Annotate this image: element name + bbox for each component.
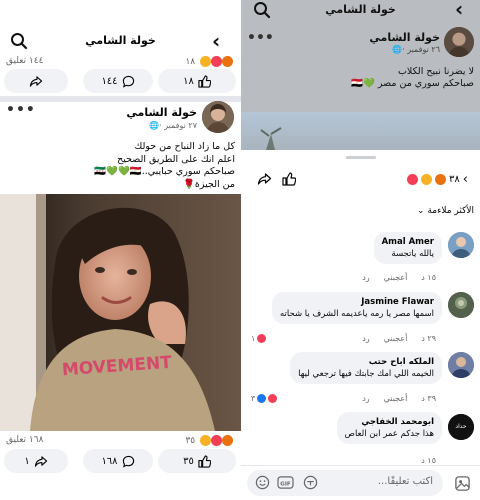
globe-icon: ·🌐: [149, 121, 162, 130]
sheet-reactions[interactable]: › ٣٨: [407, 172, 468, 187]
comment-input[interactable]: اكتب تعليقًا... GIF: [247, 470, 443, 496]
sheet-actions: [257, 172, 296, 186]
post-header: خولة الشامي ٢٧ نوفمبر ·🌐 •••: [0, 98, 241, 138]
photo-attach-icon[interactable]: [454, 475, 471, 492]
gif-icon[interactable]: GIF: [277, 475, 294, 490]
comment-meta: ٢٩ د أعجبني رد: [362, 334, 436, 343]
chevron-down-icon: ⌄: [417, 206, 425, 216]
comment-like-button[interactable]: أعجبني: [384, 394, 408, 403]
background-post-text: لا يضرنا نبيح الكلاب صباحكم سوري من مصر …: [351, 66, 474, 89]
author-avatar[interactable]: [444, 27, 474, 57]
search-icon[interactable]: [10, 32, 28, 50]
post-comments-count[interactable]: ١٦٨ تعليق: [6, 435, 43, 445]
author-name: خولة الشامي: [369, 31, 440, 44]
comment-reaction-count[interactable]: ١: [251, 334, 267, 343]
avatar-badge-text: حداد: [455, 423, 466, 430]
comment-reply-button[interactable]: رد: [362, 334, 369, 343]
comment-button[interactable]: ١٤٤: [83, 69, 153, 93]
love-react-icon: [268, 394, 278, 403]
comment-bubble-icon: [122, 455, 134, 468]
post-text: كل ما زاد النباح من حولك اعلم انك على ال…: [94, 141, 235, 190]
comment-bubble[interactable]: ابومحمد الخفاجي هذا جدكم عمر ابن العاص: [336, 412, 442, 444]
share-button[interactable]: [4, 69, 68, 93]
comment-like-button[interactable]: أعجبني: [384, 334, 408, 343]
post-reactions[interactable]: ٣٥: [185, 435, 233, 446]
comment-reaction-count[interactable]: ٣: [251, 394, 278, 403]
share-arrow-icon[interactable]: [257, 172, 272, 186]
post-actions: ٣٥ ١٦٨ ١: [0, 449, 241, 473]
share-arrow-icon: [34, 455, 47, 467]
background-post: ‹ خولة الشامي ••• خولة الشامي ٢٦ نوفمبر …: [241, 0, 480, 150]
more-options-icon[interactable]: •••: [6, 102, 36, 118]
comment-meta: ٣٩ د أعجبني رد: [362, 394, 436, 403]
globe-icon: ·🌐: [392, 45, 405, 54]
search-icon[interactable]: [253, 1, 271, 19]
thumbs-up-icon: [198, 454, 211, 468]
share-button[interactable]: ١: [4, 449, 68, 473]
angry-react-icon: [435, 174, 447, 185]
top-bar: ‹ خولة الشامي: [0, 30, 241, 54]
page-title: خولة الشامي: [85, 34, 156, 47]
like-react-icon: [257, 394, 267, 403]
comment-input-bar: اكتب تعليقًا... GIF: [241, 465, 480, 500]
commenter-avatar[interactable]: حداد: [448, 414, 474, 440]
prev-post-comments-count[interactable]: ١٤٤ تعليق: [6, 56, 43, 66]
page-title: خولة الشامي: [325, 3, 396, 16]
comment-button[interactable]: ١٦٨: [83, 449, 153, 473]
prev-post-actions: ١٨ ١٤٤: [0, 69, 241, 93]
sort-dropdown[interactable]: الأكثر ملاءمة ⌄: [417, 206, 474, 216]
comment-meta: ١٥ د أعجبني رد: [362, 273, 436, 282]
love-react-icon: [211, 435, 222, 446]
commenter-avatar[interactable]: [448, 352, 474, 378]
chevron-right-icon: ›: [462, 172, 468, 187]
love-react-icon: [211, 56, 222, 67]
angry-react-icon: [222, 435, 233, 446]
comment-bubble[interactable]: Jasmine Flawar اسمها مصر يا رمه ياعديمه …: [271, 292, 442, 324]
right-screen: ‹ خولة الشامي ••• خولة الشامي ٢٦ نوفمبر …: [241, 0, 480, 500]
haha-react-icon: [200, 56, 211, 67]
commenter-avatar[interactable]: [448, 232, 474, 258]
comment-like-button[interactable]: أعجبني: [384, 273, 408, 282]
thumbs-up-icon[interactable]: [282, 172, 296, 186]
like-button[interactable]: ١٨: [158, 69, 236, 93]
background-photo: [241, 112, 480, 150]
like-button[interactable]: ٣٥: [158, 449, 236, 473]
author-name[interactable]: خولة الشامي: [126, 106, 197, 119]
post-meta: ٢٧ نوفمبر ·🌐: [149, 121, 197, 130]
share-arrow-icon: [29, 75, 43, 87]
commenter-avatar[interactable]: [448, 292, 474, 318]
angry-react-icon: [222, 56, 233, 67]
haha-react-icon: [421, 174, 433, 185]
comment-bubble[interactable]: الملكه اباح حتب الخيمه اللي امك جابتك في…: [290, 352, 442, 384]
love-react-icon: [407, 174, 419, 185]
haha-react-icon: [200, 435, 211, 446]
emoji-icon[interactable]: [255, 475, 270, 490]
comment-bubble-icon: [122, 75, 134, 88]
comment-bubble[interactable]: Amal Amer يالله ياتجسة: [373, 232, 442, 264]
post-photo[interactable]: MOVEMENT: [0, 194, 241, 431]
sticker-icon[interactable]: [303, 475, 318, 490]
more-options-icon[interactable]: •••: [247, 30, 274, 46]
comment-reply-button[interactable]: رد: [362, 394, 369, 403]
drag-handle[interactable]: [346, 156, 376, 159]
post-meta: ٢٦ نوفمبر ·🌐: [392, 45, 440, 54]
prev-post-reactions[interactable]: ١٨: [185, 56, 233, 67]
comment-reply-button[interactable]: رد: [362, 273, 369, 282]
thumbs-up-icon: [198, 74, 211, 88]
love-react-icon: [257, 334, 267, 343]
author-avatar[interactable]: [202, 101, 234, 133]
svg-text:GIF: GIF: [280, 481, 291, 487]
left-screen: ‹ خولة الشامي ١٨ ١٤٤ تعليق ١٨ ١٤٤ خولة ا…: [0, 0, 241, 500]
comment-meta: ١٥ د: [421, 456, 436, 465]
comments-sheet: › ٣٨ الأكثر ملاءمة ⌄ Amal Amer يالله يات…: [241, 150, 480, 500]
